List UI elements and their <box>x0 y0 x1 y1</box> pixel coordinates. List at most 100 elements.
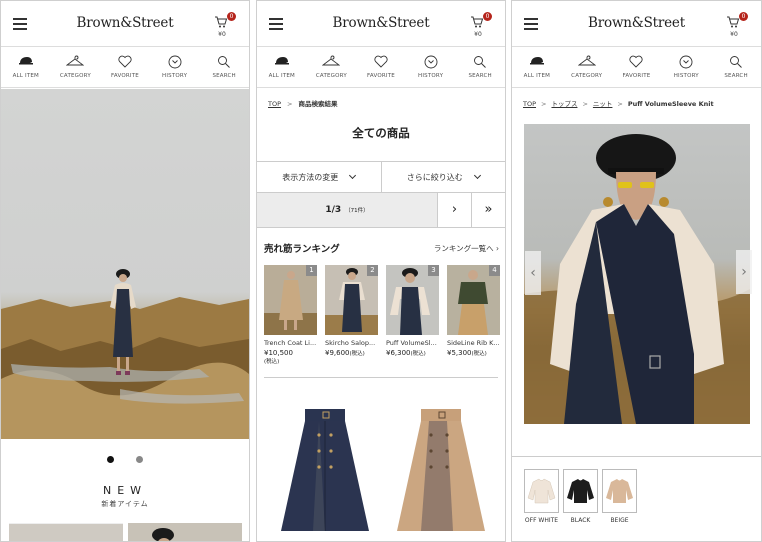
breadcrumb-knit-link[interactable]: ニット <box>593 100 613 108</box>
swatch-image <box>602 469 637 513</box>
nav-history[interactable]: HISTORY <box>150 47 200 87</box>
cart-button[interactable]: 0 ¥0 <box>469 12 492 40</box>
history-icon <box>679 55 693 69</box>
ranking-item-price: ¥10,500 (税込) <box>264 349 293 365</box>
slider-dots <box>1 448 249 467</box>
divider <box>512 456 761 457</box>
cart-icon <box>471 16 484 28</box>
ranking-title: 売れ筋ランキング <box>264 244 340 255</box>
prev-image-button[interactable]: ‹ <box>525 251 541 295</box>
nav-search[interactable]: SEARCH <box>199 47 249 87</box>
nav-favorite[interactable]: FAVORITE <box>356 47 406 87</box>
hero-banner[interactable] <box>1 89 249 439</box>
breadcrumb-top-link[interactable]: TOP <box>268 100 281 108</box>
hat-icon <box>274 57 289 65</box>
search-icon <box>218 56 231 68</box>
display-mode-button[interactable]: 表示方法の変更 <box>257 162 381 192</box>
nav-favorite[interactable]: FAVORITE <box>100 47 150 87</box>
ranking-item-price: ¥5,300(税込) <box>447 349 487 357</box>
logo[interactable]: Brown&Street <box>257 15 505 31</box>
cart-icon <box>215 16 228 28</box>
logo[interactable]: Brown&Street <box>512 15 761 31</box>
nav-search[interactable]: SEARCH <box>711 47 761 87</box>
ranking-item-image: 3 <box>386 265 439 335</box>
color-swatch-black[interactable]: BLACK <box>563 469 598 525</box>
product-detail-screen: Brown&Street 0 ¥0 ALL ITEM CATEGORY FAVO… <box>511 0 762 542</box>
slider-dot-2[interactable] <box>136 456 143 463</box>
rank-number: 4 <box>489 265 500 276</box>
pagination: 1/3 （71件） › » <box>257 193 505 228</box>
new-item-thumbnail[interactable] <box>9 523 123 541</box>
hat-icon <box>18 57 33 65</box>
rank-number: 1 <box>306 265 317 276</box>
ranking-item-name: Skircho Salop... <box>325 339 376 347</box>
product-card-skirt-beige[interactable] <box>395 401 487 531</box>
nav-history[interactable]: HISTORY <box>661 47 711 87</box>
ranking-item[interactable]: 4 SideLine Rib K... ¥5,300(税込) <box>447 265 500 358</box>
nav-all-item[interactable]: ALL ITEM <box>257 47 307 87</box>
page-title: 全ての商品 <box>352 126 410 140</box>
next-page-button[interactable]: › <box>437 193 471 227</box>
chevron-down-icon <box>349 171 357 180</box>
nav-category[interactable]: CATEGORY <box>562 47 612 87</box>
rank-number: 2 <box>367 265 378 276</box>
cart-amount: ¥0 <box>218 31 226 38</box>
swatch-image <box>563 469 598 513</box>
nav-category[interactable]: CATEGORY <box>51 47 101 87</box>
nav-category[interactable]: CATEGORY <box>307 47 357 87</box>
cart-button[interactable]: 0 ¥0 <box>213 12 236 40</box>
ranking-item-name: SideLine Rib K... <box>447 339 500 347</box>
nav-search[interactable]: SEARCH <box>455 47 505 87</box>
nav-favorite[interactable]: FAVORITE <box>612 47 662 87</box>
narrow-down-button[interactable]: さらに絞り込む <box>380 162 506 192</box>
cart-count-badge: 0 <box>739 12 748 21</box>
product-photo <box>524 134 750 424</box>
history-icon <box>424 55 438 69</box>
nav-all-item[interactable]: ALL ITEM <box>1 47 51 87</box>
ranking-item[interactable]: 2 Skircho Salop... ¥9,600(税込) <box>325 265 378 358</box>
product-main-image[interactable] <box>524 124 750 424</box>
swatch-image <box>524 469 559 513</box>
ranking-item[interactable]: 3 Puff VolumeSl... ¥6,300(税込) <box>386 265 439 358</box>
rank-number: 3 <box>428 265 439 276</box>
cart-button[interactable]: 0 ¥0 <box>725 12 748 40</box>
hanger-icon <box>577 55 596 66</box>
cart-count-badge: 0 <box>483 12 492 21</box>
heart-icon <box>374 55 388 68</box>
slider-dot-1[interactable] <box>107 456 114 463</box>
hanger-icon <box>322 55 341 66</box>
page-indicator: 1/3 （71件） <box>257 193 437 227</box>
new-section-title: NEW <box>102 484 148 497</box>
color-swatch-beige[interactable]: BEIGE <box>602 469 637 525</box>
header: Brown&Street 0 ¥0 <box>1 1 249 47</box>
chevron-down-icon <box>473 171 481 180</box>
cart-icon <box>727 16 740 28</box>
search-results-screen: Brown&Street 0 ¥0 ALL ITEM CATEGORY FAVO… <box>256 0 506 542</box>
hanger-icon <box>66 55 85 66</box>
icon-nav: ALL ITEM CATEGORY FAVORITE HISTORY SEARC… <box>512 47 761 88</box>
logo[interactable]: Brown&Street <box>1 15 249 31</box>
search-icon <box>730 56 742 68</box>
product-card-skirt-navy[interactable] <box>279 401 371 531</box>
nav-all-item[interactable]: ALL ITEM <box>512 47 562 87</box>
breadcrumb: TOP > 商品検索結果 <box>268 100 338 108</box>
cart-amount: ¥0 <box>474 31 482 38</box>
last-page-button[interactable]: » <box>471 193 505 227</box>
breadcrumb: TOP > トップス > ニット > Puff VolumeSleeve Knit <box>523 100 714 108</box>
new-item-image <box>152 528 174 541</box>
ranking-item[interactable]: 1 Trench Coat Li... ¥10,500 (税込) <box>264 265 317 366</box>
color-swatch-off-white[interactable]: OFF WHITE <box>524 469 559 525</box>
cart-count-badge: 0 <box>227 12 236 21</box>
breadcrumb-top-link[interactable]: TOP <box>523 100 536 108</box>
ranking-item-image: 2 <box>325 265 378 335</box>
new-item-thumbnail[interactable] <box>128 523 242 541</box>
ranking-item-name: Puff VolumeSl... <box>386 339 437 347</box>
breadcrumb-tops-link[interactable]: トップス <box>551 100 577 108</box>
ranking-list-link[interactable]: ランキング一覧へ › <box>434 243 499 254</box>
breadcrumb-current: 商品検索結果 <box>298 100 338 108</box>
header: Brown&Street 0 ¥0 <box>512 1 761 47</box>
next-image-button[interactable]: › <box>736 250 752 294</box>
icon-nav: ALL ITEM CATEGORY FAVORITE HISTORY SEARC… <box>257 47 505 88</box>
nav-history[interactable]: HISTORY <box>406 47 456 87</box>
ranking-item-price: ¥6,300(税込) <box>386 349 426 357</box>
